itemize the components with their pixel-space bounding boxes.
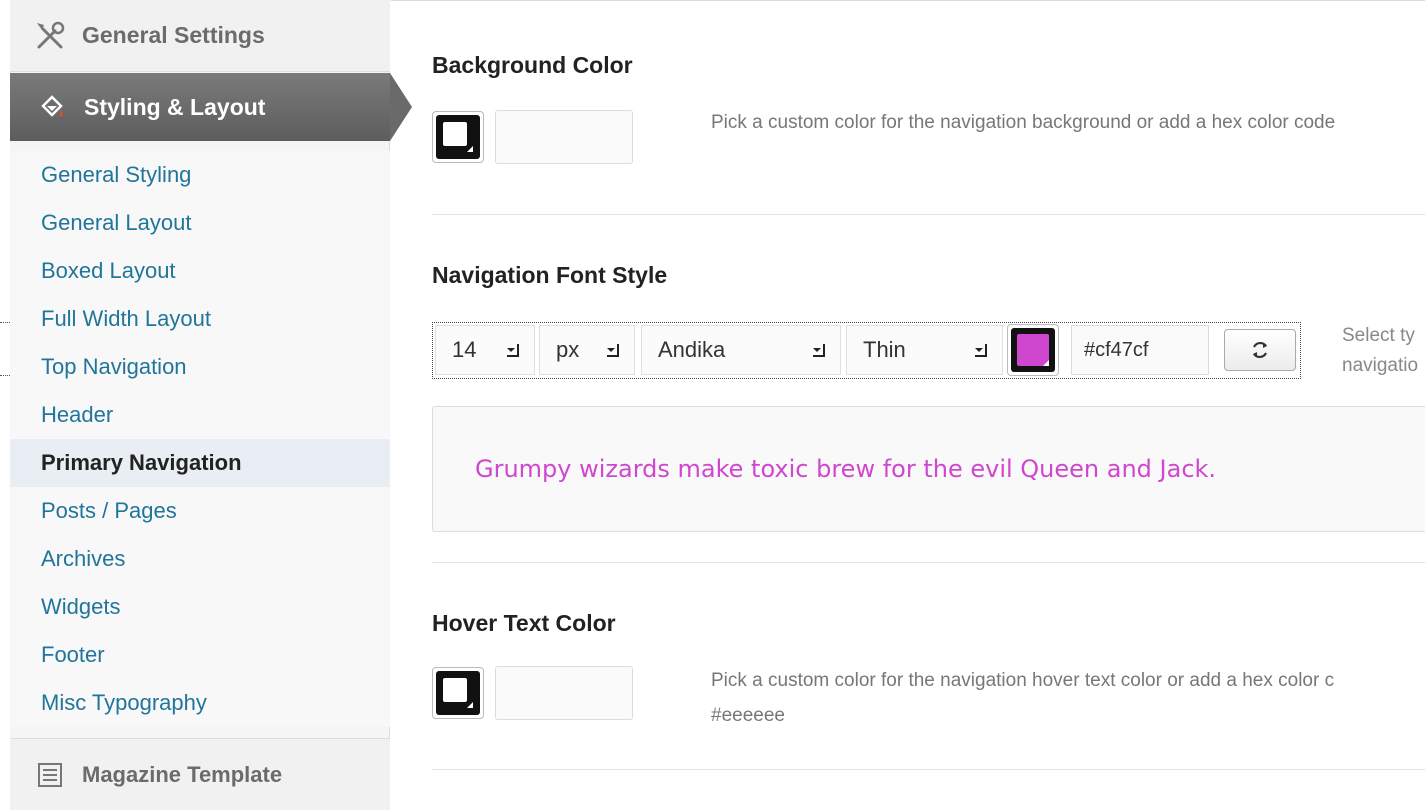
chevron-down-icon [607, 344, 619, 357]
options-main-panel: Background Color Pick a custom color for… [391, 0, 1425, 780]
section-divider [432, 562, 1425, 563]
template-icon [32, 757, 68, 793]
font-weight-value: Thin [863, 337, 906, 362]
sidebar-item-archives[interactable]: Archives [10, 535, 390, 583]
hover-text-color-description-line1: Pick a custom color for the navigation h… [711, 670, 1335, 691]
sidebar-item-general-layout[interactable]: General Layout [10, 199, 390, 247]
font-family-value: Andika [658, 337, 726, 362]
refresh-icon [1253, 341, 1267, 359]
sidebar-item-header[interactable]: Header [10, 391, 390, 439]
hover-text-color-description: Pick a custom color for the navigation h… [711, 663, 1334, 733]
background-color-input[interactable] [495, 110, 633, 164]
sidebar-styling-layout[interactable]: Styling & Layout [10, 73, 412, 141]
row-guide-bottom [0, 375, 10, 376]
chevron-down-icon [975, 344, 987, 357]
font-unit-value: px [556, 337, 580, 362]
chevron-down-icon [507, 344, 519, 357]
options-sidebar: General Settings Styling & Layout Genera… [10, 0, 412, 810]
color-picker-icon [436, 115, 480, 159]
background-color-swatch[interactable] [432, 111, 484, 163]
sidebar-item-full-width-layout[interactable]: Full Width Layout [10, 295, 390, 343]
font-color-swatch[interactable] [1007, 324, 1059, 376]
swatch-corner-icon [1043, 360, 1049, 366]
font-style-description-line2: navigatio [1342, 355, 1419, 376]
font-color-input[interactable] [1071, 325, 1209, 375]
section-divider [432, 214, 1425, 215]
hover-text-color-input[interactable] [495, 666, 633, 720]
font-size-value: 14 [452, 337, 477, 362]
font-size-select[interactable]: 14 [435, 325, 535, 375]
font-style-description: Select ty navigatio [1342, 321, 1418, 381]
color-picker-icon [436, 671, 480, 715]
tools-icon [32, 18, 68, 54]
sidebar-item-top-navigation[interactable]: Top Navigation [10, 343, 390, 391]
hover-text-color-title: Hover Text Color [432, 610, 616, 636]
font-preview: Grumpy wizards make toxic brew for the e… [432, 406, 1425, 532]
sidebar-item-posts-pages[interactable]: Posts / Pages [10, 487, 390, 535]
hover-text-color-swatch[interactable] [432, 667, 484, 719]
paint-bucket-icon [34, 89, 70, 125]
font-weight-select[interactable]: Thin [846, 325, 1003, 375]
font-style-title: Navigation Font Style [432, 262, 668, 288]
sidebar-general-settings[interactable]: General Settings [10, 0, 390, 72]
color-picker-icon [1011, 328, 1055, 372]
sidebar-styling-layout-label: Styling & Layout [84, 93, 266, 120]
sidebar-item-misc-typography[interactable]: Misc Typography [10, 679, 390, 727]
background-color-title: Background Color [432, 52, 633, 78]
chevron-down-icon [813, 344, 825, 357]
sidebar-magazine-template[interactable]: Magazine Template [10, 738, 390, 810]
sidebar-magazine-template-label: Magazine Template [82, 761, 283, 787]
sidebar-submenu: General Styling General Layout Boxed Lay… [10, 151, 390, 727]
font-style-description-line1: Select ty [1342, 325, 1415, 346]
row-guide-top [0, 322, 10, 323]
section-divider [432, 769, 1425, 770]
sidebar-item-boxed-layout[interactable]: Boxed Layout [10, 247, 390, 295]
font-unit-select[interactable]: px [539, 325, 635, 375]
sidebar-general-settings-label: General Settings [82, 22, 265, 48]
sidebar-item-footer[interactable]: Footer [10, 631, 390, 679]
sidebar-item-general-styling[interactable]: General Styling [10, 151, 390, 199]
font-style-controls: 14 px Andika Thin [432, 322, 1301, 379]
reset-font-button[interactable] [1224, 329, 1296, 371]
sidebar-item-widgets[interactable]: Widgets [10, 583, 390, 631]
sidebar-item-primary-navigation[interactable]: Primary Navigation [10, 439, 390, 487]
hover-text-color-description-line2: #eeeeee [711, 705, 785, 726]
font-family-select[interactable]: Andika [641, 325, 841, 375]
background-color-description: Pick a custom color for the navigation b… [711, 112, 1336, 133]
